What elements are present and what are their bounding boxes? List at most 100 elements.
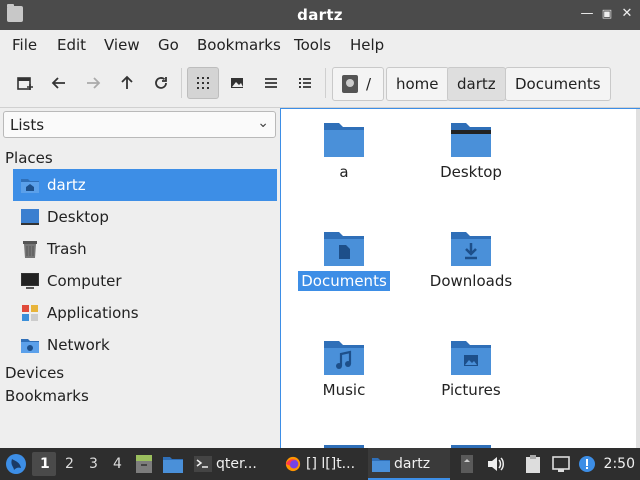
start-menu-icon[interactable] — [5, 453, 27, 475]
detailed-list-view-button[interactable] — [289, 67, 321, 99]
pathbar-crumb-documents[interactable]: Documents — [505, 67, 611, 101]
side-pane: Lists ⌄ Places dartz Desktop Trash Compu… — [0, 108, 280, 448]
window-titlebar[interactable]: dartz — ▣ ✕ — [0, 0, 640, 30]
volume-icon[interactable] — [486, 455, 504, 473]
close-icon[interactable]: ✕ — [620, 6, 634, 22]
side-pane-mode-select[interactable]: Lists ⌄ — [3, 111, 276, 138]
file-manager-launcher-icon[interactable] — [163, 455, 183, 473]
file-item-downloads[interactable]: Downloads — [416, 218, 526, 308]
task-firefox[interactable]: [] l[]t... — [280, 448, 362, 480]
file-view[interactable]: a Desktop Documents Downloads Music Pict… — [280, 108, 640, 448]
devices-header[interactable]: Devices — [5, 364, 64, 382]
reload-icon — [155, 77, 167, 89]
terminal-icon — [194, 456, 212, 472]
pathbar-crumb-home[interactable]: home — [386, 67, 449, 101]
network-status-icon[interactable] — [552, 455, 570, 473]
chevron-down-icon: ⌄ — [257, 115, 269, 131]
sidebar-item-computer[interactable]: Computer — [13, 265, 277, 297]
sidebar-item-desktop[interactable]: Desktop — [13, 201, 277, 233]
taskbar: 1 2 3 4 qter... [] l[]t... dartz 2:50 — [0, 448, 640, 480]
toolbar: / home dartz Documents — [0, 60, 640, 108]
home-folder-icon — [21, 179, 39, 193]
file-item-desktop[interactable]: Desktop — [416, 109, 526, 199]
file-item-a[interactable]: a — [289, 109, 399, 199]
sidebar-item-label: dartz — [47, 176, 86, 194]
sidebar-item-applications[interactable]: Applications — [13, 297, 277, 329]
menu-go[interactable]: Go — [158, 36, 179, 54]
sidebar-item-label: Network — [47, 336, 110, 354]
folder-pictures-icon — [451, 341, 491, 375]
window-title: dartz — [297, 6, 343, 24]
file-item-pictures[interactable]: Pictures — [416, 327, 526, 417]
forward-icon — [87, 77, 101, 89]
folder-desktop-icon — [451, 123, 491, 157]
icon-view-button[interactable] — [187, 67, 219, 99]
desktop-icon — [21, 209, 39, 225]
compact-view-icon — [265, 78, 277, 88]
firefox-icon — [285, 456, 301, 472]
file-view-scrollbar[interactable] — [636, 109, 640, 448]
drive-icon — [342, 75, 358, 93]
pathbar-root-label: / — [366, 75, 372, 93]
sidebar-item-label: Computer — [47, 272, 122, 290]
sidebar-item-label: Trash — [47, 240, 87, 258]
pathbar-root[interactable]: / — [332, 67, 384, 101]
workspace-2[interactable]: 2 — [65, 456, 74, 472]
icon-view-icon — [197, 77, 209, 89]
file-item-label: Pictures — [441, 381, 501, 399]
up-button[interactable] — [111, 67, 143, 99]
file-item-label-selected: Documents — [289, 270, 399, 292]
folder-documents-icon — [324, 232, 364, 266]
compact-view-button[interactable] — [255, 67, 287, 99]
pathbar-crumb-dartz[interactable]: dartz — [447, 67, 506, 101]
minimize-icon[interactable]: — — [580, 6, 594, 22]
file-item-label: Documents — [297, 270, 391, 292]
sidebar-item-dartz[interactable]: dartz — [13, 169, 277, 201]
forward-button[interactable] — [77, 67, 109, 99]
back-icon — [51, 77, 65, 89]
menu-file[interactable]: File — [12, 36, 37, 54]
menu-bar: File Edit View Go Bookmarks Tools Help — [0, 30, 640, 60]
file-item-documents[interactable]: Documents — [289, 218, 399, 308]
file-item-label: Music — [322, 381, 366, 399]
toolbar-separator — [181, 68, 182, 98]
thumbnail-view-icon — [231, 78, 243, 88]
folder-icon — [324, 123, 364, 157]
menu-help[interactable]: Help — [350, 36, 384, 54]
menu-bookmarks[interactable]: Bookmarks — [197, 36, 281, 54]
thumbnail-view-button[interactable] — [221, 67, 253, 99]
new-tab-icon — [17, 77, 33, 90]
computer-icon — [21, 273, 39, 289]
trash-icon — [23, 241, 37, 258]
scroll-tray-icon[interactable] — [458, 455, 476, 473]
file-item-music[interactable]: Music — [289, 327, 399, 417]
maximize-icon[interactable]: ▣ — [600, 6, 614, 22]
workspace-4[interactable]: 4 — [113, 456, 122, 472]
applications-icon — [22, 305, 38, 321]
network-icon — [21, 339, 39, 353]
file-item-label: Desktop — [440, 163, 502, 181]
task-terminal[interactable]: qter... — [190, 448, 270, 480]
sidebar-item-trash[interactable]: Trash — [13, 233, 277, 265]
notification-icon[interactable] — [578, 455, 596, 473]
places-header[interactable]: Places — [5, 149, 53, 167]
task-file-manager[interactable]: dartz — [368, 448, 450, 480]
reload-button[interactable] — [145, 67, 177, 99]
menu-edit[interactable]: Edit — [57, 36, 86, 54]
clock[interactable]: 2:50 — [604, 456, 635, 472]
menu-tools[interactable]: Tools — [294, 36, 331, 54]
file-item-label: Downloads — [429, 272, 513, 290]
back-button[interactable] — [43, 67, 75, 99]
bookmarks-header[interactable]: Bookmarks — [5, 387, 89, 405]
detailed-list-view-icon — [299, 78, 311, 88]
workspace-1[interactable]: 1 — [40, 456, 50, 472]
archive-icon[interactable] — [135, 454, 153, 474]
new-tab-button[interactable] — [9, 67, 41, 99]
clipboard-icon[interactable] — [524, 455, 542, 473]
workspace-3[interactable]: 3 — [89, 456, 98, 472]
menu-view[interactable]: View — [104, 36, 140, 54]
task-label: [] l[]t... — [306, 456, 356, 472]
sidebar-item-label: Desktop — [47, 208, 109, 226]
sidebar-item-network[interactable]: Network — [13, 329, 277, 361]
side-pane-mode-value: Lists — [10, 116, 45, 134]
